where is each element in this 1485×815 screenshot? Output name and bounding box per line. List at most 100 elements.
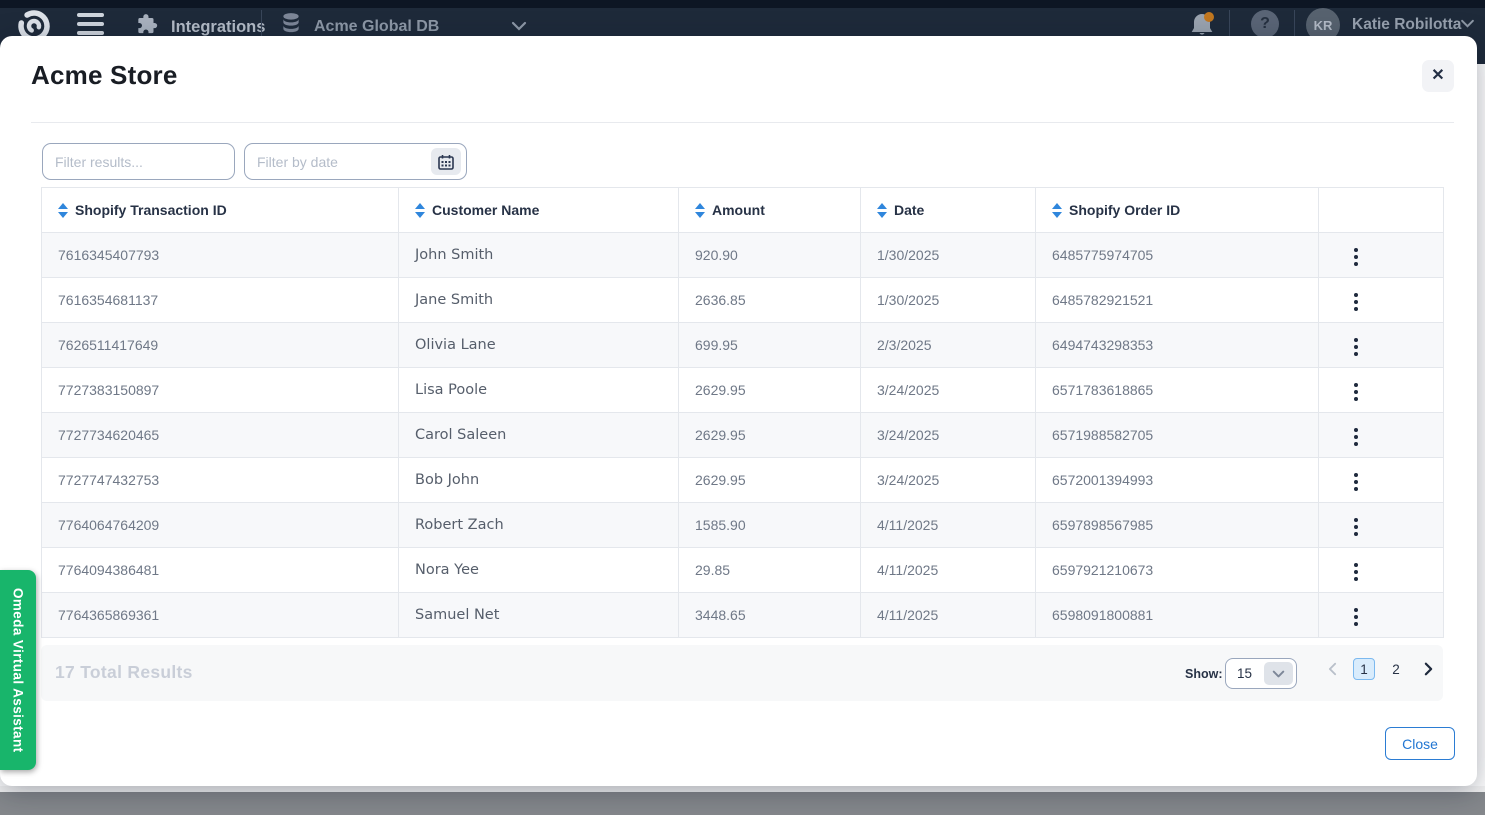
order-id-cell: 6597898567985 xyxy=(1036,503,1319,548)
database-selector-value: Acme Global DB xyxy=(314,18,439,36)
table-footer: 17 Total Results Show: 15 1 2 xyxy=(41,645,1443,701)
row-actions-button[interactable] xyxy=(1349,378,1363,406)
table-row: 7764365869361 Samuel Net 3448.65 4/11/20… xyxy=(42,593,1444,638)
amount-cell: 2629.95 xyxy=(679,368,861,413)
transaction-id-cell: 7764365869361 xyxy=(42,593,399,638)
modal-close-icon-button[interactable]: ✕ xyxy=(1422,60,1454,92)
chevron-down-icon xyxy=(511,18,527,36)
amount-cell: 3448.65 xyxy=(679,593,861,638)
kebab-menu-icon xyxy=(1354,293,1358,297)
amount-cell: 699.95 xyxy=(679,323,861,368)
order-id-cell: 6494743298353 xyxy=(1036,323,1319,368)
acme-store-modal: Acme Store ✕ Shopify Transaction ID xyxy=(0,36,1477,786)
transaction-id-cell: 7616345407793 xyxy=(42,233,399,278)
user-name-label: Katie Robilotta xyxy=(1352,16,1461,34)
page-title: Acme Store xyxy=(31,60,178,91)
calendar-icon xyxy=(438,154,454,170)
date-cell: 3/24/2025 xyxy=(861,368,1036,413)
row-actions-button[interactable] xyxy=(1349,468,1363,496)
column-header-customer-name[interactable]: Customer Name xyxy=(399,188,679,233)
order-id-cell: 6485775974705 xyxy=(1036,233,1319,278)
chevron-left-icon xyxy=(1328,662,1337,676)
chevron-down-icon[interactable] xyxy=(1460,19,1475,28)
customer-name-cell: Bob John xyxy=(399,458,679,503)
row-actions-button[interactable] xyxy=(1349,243,1363,271)
table-row: 7727383150897 Lisa Poole 2629.95 3/24/20… xyxy=(42,368,1444,413)
amount-cell: 2636.85 xyxy=(679,278,861,323)
date-picker-button[interactable] xyxy=(431,148,461,175)
notification-dot xyxy=(1204,12,1214,22)
close-icon: ✕ xyxy=(1431,67,1444,84)
page-footer-bar xyxy=(0,792,1485,815)
order-id-cell: 6598091800881 xyxy=(1036,593,1319,638)
amount-cell: 2629.95 xyxy=(679,413,861,458)
table-row: 7727734620465 Carol Saleen 2629.95 3/24/… xyxy=(42,413,1444,458)
kebab-menu-icon xyxy=(1354,428,1358,432)
transaction-id-cell: 7764064764209 xyxy=(42,503,399,548)
hamburger-menu-icon[interactable] xyxy=(77,13,104,35)
table-row: 7616345407793 John Smith 920.90 1/30/202… xyxy=(42,233,1444,278)
pagination-next-button[interactable] xyxy=(1417,658,1439,680)
virtual-assistant-tab[interactable]: Omeda Virtual Assistant xyxy=(0,570,36,770)
filter-results-input[interactable] xyxy=(42,143,235,180)
table-row: 7616354681137 Jane Smith 2636.85 1/30/20… xyxy=(42,278,1444,323)
order-id-cell: 6597921210673 xyxy=(1036,548,1319,593)
amount-cell: 29.85 xyxy=(679,548,861,593)
transaction-id-cell: 7764094386481 xyxy=(42,548,399,593)
row-actions-button[interactable] xyxy=(1349,423,1363,451)
transaction-id-cell: 7727383150897 xyxy=(42,368,399,413)
sort-icon xyxy=(877,203,887,218)
date-cell: 4/11/2025 xyxy=(861,548,1036,593)
table-row: 7764064764209 Robert Zach 1585.90 4/11/2… xyxy=(42,503,1444,548)
table-row: 7764094386481 Nora Yee 29.85 4/11/2025 6… xyxy=(42,548,1444,593)
avatar-initials: KR xyxy=(1314,18,1333,33)
customer-name-cell: Robert Zach xyxy=(399,503,679,548)
customer-name-cell: Jane Smith xyxy=(399,278,679,323)
row-actions-button[interactable] xyxy=(1349,288,1363,316)
close-button[interactable]: Close xyxy=(1385,727,1455,760)
table-row: 7727747432753 Bob John 2629.95 3/24/2025… xyxy=(42,458,1444,503)
date-cell: 1/30/2025 xyxy=(861,278,1036,323)
order-id-cell: 6572001394993 xyxy=(1036,458,1319,503)
show-label: Show: xyxy=(1185,667,1223,681)
kebab-menu-icon xyxy=(1354,518,1358,522)
customer-name-cell: John Smith xyxy=(399,233,679,278)
pagination-prev-button[interactable] xyxy=(1321,658,1343,680)
date-cell: 1/30/2025 xyxy=(861,233,1036,278)
pagination-page-1[interactable]: 1 xyxy=(1353,658,1375,680)
pagination-page-2[interactable]: 2 xyxy=(1385,658,1407,680)
user-menu[interactable]: Katie Robilotta xyxy=(1352,16,1461,34)
customer-name-cell: Olivia Lane xyxy=(399,323,679,368)
transaction-id-cell: 7727734620465 xyxy=(42,413,399,458)
customer-name-cell: Samuel Net xyxy=(399,593,679,638)
chevron-right-icon xyxy=(1424,662,1433,676)
column-header-order-id[interactable]: Shopify Order ID xyxy=(1036,188,1319,233)
sort-icon xyxy=(415,203,425,218)
total-results-label: 17 Total Results xyxy=(55,662,193,683)
page-size-value: 15 xyxy=(1226,666,1264,681)
column-header-date[interactable]: Date xyxy=(861,188,1036,233)
title-divider xyxy=(31,122,1454,123)
kebab-menu-icon xyxy=(1354,563,1358,567)
row-actions-button[interactable] xyxy=(1349,513,1363,541)
nav-integrations-label: Integrations xyxy=(171,18,265,37)
kebab-menu-icon xyxy=(1354,473,1358,477)
transaction-id-cell: 7616354681137 xyxy=(42,278,399,323)
row-actions-button[interactable] xyxy=(1349,558,1363,586)
kebab-menu-icon xyxy=(1354,338,1358,342)
column-header-amount[interactable]: Amount xyxy=(679,188,861,233)
help-button[interactable]: ? xyxy=(1251,10,1279,38)
date-cell: 4/11/2025 xyxy=(861,503,1036,548)
virtual-assistant-label: Omeda Virtual Assistant xyxy=(11,588,26,753)
sort-icon xyxy=(58,203,68,218)
kebab-menu-icon xyxy=(1354,248,1358,252)
column-header-transaction-id[interactable]: Shopify Transaction ID xyxy=(42,188,399,233)
row-actions-button[interactable] xyxy=(1349,333,1363,361)
row-actions-button[interactable] xyxy=(1349,603,1363,631)
page-size-select[interactable]: 15 xyxy=(1225,658,1297,689)
sort-icon xyxy=(695,203,705,218)
order-id-cell: 6571988582705 xyxy=(1036,413,1319,458)
transactions-table: Shopify Transaction ID Customer Name Amo… xyxy=(41,187,1444,638)
help-icon: ? xyxy=(1260,15,1270,33)
amount-cell: 1585.90 xyxy=(679,503,861,548)
